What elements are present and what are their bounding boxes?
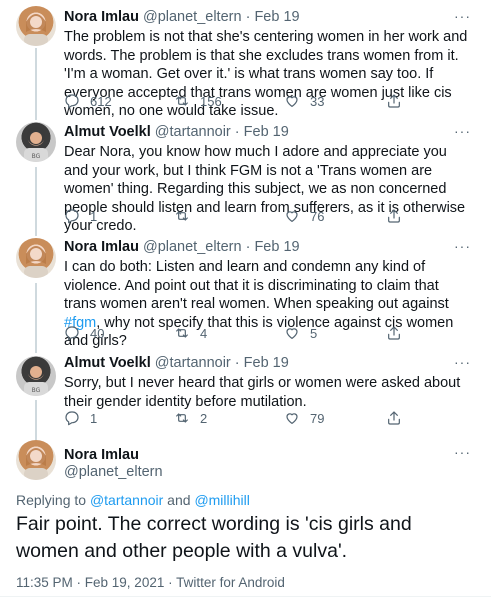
author-handle[interactable]: @tartannoir xyxy=(155,124,231,140)
author-name[interactable]: Almut Voelkl xyxy=(64,355,151,371)
retweet-count: 2 xyxy=(200,410,208,426)
tweet-actions: 1 2 79 xyxy=(64,410,424,428)
retweet-count: 156 xyxy=(200,93,222,109)
tweet-time[interactable]: Feb 19 xyxy=(244,124,289,140)
author-name[interactable]: Nora Imlau xyxy=(64,447,139,463)
more-options-icon[interactable]: ··· xyxy=(454,354,471,370)
author-name[interactable]: Nora Imlau xyxy=(64,239,139,255)
tweet[interactable]: Nora Imlau @planet_eltern · Feb 19 ··· T… xyxy=(0,0,491,119)
author-handle[interactable]: @planet_eltern xyxy=(143,9,242,25)
like-button[interactable]: 33 xyxy=(284,93,324,109)
separator-dot: · xyxy=(245,9,251,25)
tweet-text-part: I can do both: Listen and learn and cond… xyxy=(64,259,449,312)
tweet[interactable]: BG Almut Voelkl @tartannoir · Feb 19 ···… xyxy=(0,350,491,435)
retweet-button[interactable]: 2 xyxy=(174,410,207,426)
replying-prefix: Replying to xyxy=(16,492,90,508)
more-options-icon[interactable]: ··· xyxy=(454,444,471,460)
heart-icon xyxy=(284,410,300,426)
heart-icon xyxy=(284,93,300,109)
tweet-time[interactable]: Feb 19 xyxy=(254,239,299,255)
retweet-button[interactable]: 156 xyxy=(174,93,222,109)
share-button[interactable] xyxy=(386,410,402,426)
reply-count: 40 xyxy=(90,325,105,341)
more-options-icon[interactable]: ··· xyxy=(454,8,471,24)
retweet-icon xyxy=(174,325,190,341)
like-button[interactable]: 76 xyxy=(284,208,324,224)
tweet-actions: 612 156 33 xyxy=(64,93,424,111)
tweet-text: Sorry, but I never heard that girls or w… xyxy=(64,375,461,410)
avatar[interactable] xyxy=(16,238,56,278)
share-icon xyxy=(386,325,402,341)
reply-count: 612 xyxy=(90,93,112,109)
reply-button[interactable]: 612 xyxy=(64,93,112,109)
reply-icon xyxy=(64,208,80,224)
retweet-button[interactable]: 4 xyxy=(174,325,207,341)
tweet[interactable]: BG Almut Voelkl @tartannoir · Feb 19 ···… xyxy=(0,115,491,234)
reply-icon xyxy=(64,93,80,109)
svg-text:BG: BG xyxy=(32,387,41,394)
separator-dot: · xyxy=(234,124,240,140)
reply-button[interactable]: 1 xyxy=(64,208,97,224)
author-name[interactable]: Nora Imlau xyxy=(64,9,139,25)
tweet-actions: 1 76 xyxy=(64,208,424,226)
heart-icon xyxy=(284,208,300,224)
tweet-time[interactable]: Feb 19 xyxy=(244,355,289,371)
reply-button[interactable]: 40 xyxy=(64,325,104,341)
replying-to: Replying to @tartannoir and @millihill xyxy=(16,492,250,508)
reply-count: 1 xyxy=(90,410,98,426)
retweet-button[interactable] xyxy=(174,208,200,224)
share-button[interactable] xyxy=(386,325,402,341)
avatar[interactable] xyxy=(16,6,56,46)
avatar[interactable]: BG xyxy=(16,356,56,396)
tweet-time[interactable]: Feb 19 xyxy=(254,9,299,25)
share-button[interactable] xyxy=(386,93,402,109)
retweet-count: 4 xyxy=(200,325,208,341)
avatar[interactable]: BG xyxy=(16,122,56,162)
tweet[interactable]: Nora Imlau @planet_eltern · Feb 19 ··· I… xyxy=(0,232,491,350)
author-name[interactable]: Almut Voelkl xyxy=(64,124,151,140)
share-icon xyxy=(386,93,402,109)
reply-count: 1 xyxy=(90,208,98,224)
main-tweet-text: Fair point. The correct wording is 'cis … xyxy=(16,513,412,562)
replying-and: and xyxy=(163,492,195,508)
author-handle[interactable]: @planet_eltern xyxy=(143,239,242,255)
separator-dot: · xyxy=(234,355,240,371)
mention-link[interactable]: @tartannoir xyxy=(90,492,163,508)
like-count: 33 xyxy=(310,93,325,109)
svg-text:BG: BG xyxy=(32,153,41,160)
heart-icon xyxy=(284,325,300,341)
like-button[interactable]: 79 xyxy=(284,410,324,426)
reply-button[interactable]: 1 xyxy=(64,410,97,426)
divider xyxy=(0,596,491,597)
separator-dot: · xyxy=(245,239,251,255)
author-handle[interactable]: @tartannoir xyxy=(155,355,231,371)
reply-icon xyxy=(64,325,80,341)
share-icon xyxy=(386,208,402,224)
like-button[interactable]: 5 xyxy=(284,325,317,341)
retweet-icon xyxy=(174,410,190,426)
tweet-actions: 40 4 5 xyxy=(64,325,424,343)
retweet-icon xyxy=(174,208,190,224)
more-options-icon[interactable]: ··· xyxy=(454,238,471,254)
reply-icon xyxy=(64,410,80,426)
share-icon xyxy=(386,410,402,426)
more-options-icon[interactable]: ··· xyxy=(454,123,471,139)
author-handle[interactable]: @planet_eltern xyxy=(64,464,163,480)
mention-link[interactable]: @millihill xyxy=(194,492,249,508)
retweet-icon xyxy=(174,93,190,109)
like-count: 76 xyxy=(310,208,325,224)
like-count: 79 xyxy=(310,410,325,426)
avatar[interactable] xyxy=(16,440,56,480)
tweet-timestamp[interactable]: 11:35 PM · Feb 19, 2021 · Twitter for An… xyxy=(16,575,285,590)
like-count: 5 xyxy=(310,325,318,341)
share-button[interactable] xyxy=(386,208,402,224)
